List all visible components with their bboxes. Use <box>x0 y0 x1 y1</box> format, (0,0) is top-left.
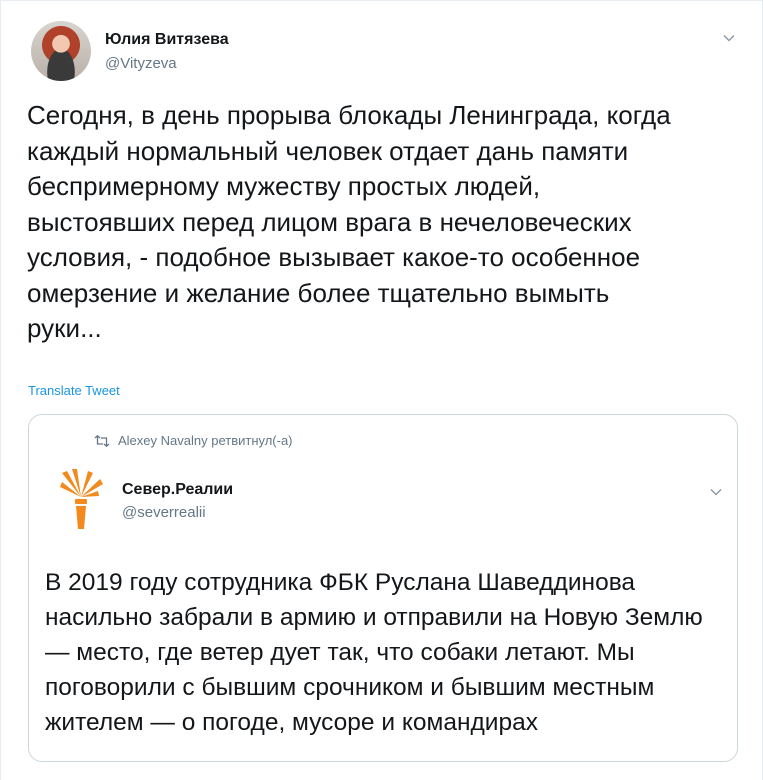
quoted-tweet-text: В 2019 году сотрудника ФБК Руслана Шавед… <box>45 569 703 736</box>
retweet-context: Alexey Navalny ретвитнул(-а) <box>94 433 293 448</box>
tweet-text: Сегодня, в день прорыва блокады Ленингра… <box>27 100 671 343</box>
avatar[interactable] <box>31 21 91 81</box>
retweet-label[interactable]: Alexey Navalny ретвитнул(-а) <box>118 433 293 448</box>
translate-tweet-link[interactable]: Translate Tweet <box>28 383 120 398</box>
quoted-author-handle[interactable]: @severrealii <box>122 504 206 521</box>
tweet: Юлия Витязева @Vityzeva Сегодня, в день … <box>0 0 763 780</box>
retweet-icon <box>94 434 110 447</box>
quoted-author-name[interactable]: Север.Реалии <box>122 481 233 499</box>
chevron-down-icon[interactable] <box>722 31 736 45</box>
author-name[interactable]: Юлия Витязева <box>105 31 229 49</box>
radio-liberty-logo[interactable] <box>58 467 104 533</box>
chevron-down-icon[interactable] <box>709 485 723 499</box>
author-handle[interactable]: @Vityzeva <box>105 55 177 72</box>
